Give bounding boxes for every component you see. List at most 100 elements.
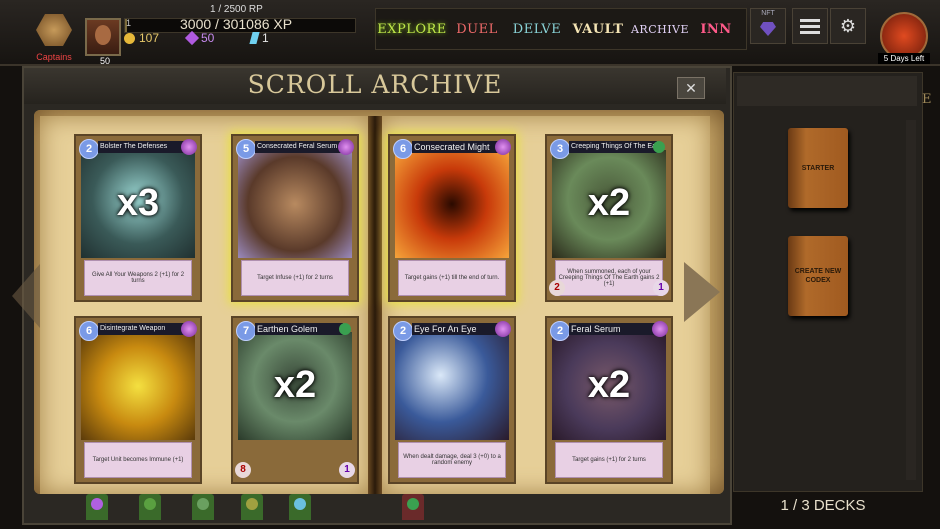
captains-label: Captains — [36, 52, 72, 62]
earth-icon — [197, 498, 209, 510]
nature-icon — [144, 498, 156, 510]
level-small: 1 — [126, 18, 132, 28]
filter-tab-nature[interactable] — [139, 494, 161, 520]
nav-archive[interactable]: ARCHIVE — [631, 15, 689, 43]
filter-tab-arcane[interactable] — [86, 494, 108, 520]
gear-icon: ⚙ — [839, 15, 857, 36]
deck-starter[interactable]: STARTER — [788, 128, 848, 208]
life-icon — [246, 498, 258, 510]
card-cost: 2 — [393, 321, 413, 341]
card-name: Consecrated Feral Serum — [255, 141, 343, 153]
filter-tab-water[interactable] — [289, 494, 311, 520]
arcane-school-icon — [495, 321, 511, 337]
menu-button[interactable] — [792, 8, 828, 44]
card-name: Earthen Golem — [255, 323, 343, 335]
nav-duel[interactable]: DUEL — [452, 15, 502, 43]
player-level: 50 — [99, 56, 110, 66]
card-cost: 2 — [550, 321, 570, 341]
scroll-card[interactable]: 7 Earthen Golem x2 8 1 — [231, 316, 359, 484]
card-name: Eye For An Eye — [412, 323, 500, 335]
scroll-card[interactable]: 2 Feral Serum Target gains (+1) for 2 turn… — [545, 316, 673, 484]
card-art — [395, 150, 509, 258]
card-health: 1 — [653, 280, 669, 296]
scroll-card[interactable]: 5 Consecrated Feral Serum Target Infuse (+… — [231, 134, 359, 302]
card-attack: 8 — [235, 462, 251, 478]
card-attack: 2 — [549, 280, 565, 296]
card-name: Bolster The Defenses — [98, 141, 186, 153]
arcane-school-icon — [181, 139, 197, 155]
nav-vault[interactable]: VAULT — [572, 15, 624, 43]
card-art — [238, 150, 352, 258]
purple-gem-value: 50 — [201, 31, 215, 45]
shard-counter: 1 — [249, 31, 269, 45]
scroll-card[interactable]: 3 Creeping Things Of The Earth When summon… — [545, 134, 673, 302]
nft-button[interactable]: NFT — [750, 8, 786, 44]
filter-tab-life[interactable] — [241, 494, 263, 520]
card-quantity: x2 — [587, 182, 631, 224]
card-name: Feral Serum — [569, 323, 657, 335]
card-description: Target Infuse (+1) for 2 turns — [241, 260, 349, 296]
gold-value: 107 — [139, 31, 160, 45]
arcane-school-icon — [495, 139, 511, 155]
next-page-arrow-icon[interactable] — [684, 262, 720, 322]
player-avatar[interactable]: 50 — [85, 18, 121, 66]
nav-inn[interactable]: INN — [696, 15, 736, 43]
captains-icon — [36, 14, 72, 46]
card-name: Disintegrate Weapon — [98, 323, 186, 335]
card-cost: 7 — [236, 321, 256, 341]
panel-title: SCROLL ARCHIVE — [247, 70, 503, 99]
card-cost: 6 — [79, 321, 99, 341]
shard-value: 1 — [262, 31, 269, 45]
nft-label: NFT — [761, 10, 775, 17]
water-icon — [294, 498, 306, 510]
side-scrollbar[interactable] — [906, 120, 916, 480]
filter-tab-fire[interactable] — [402, 494, 424, 520]
card-description: Target gains (+1) till the end of turn. — [398, 260, 506, 296]
scroll-card[interactable]: 6 Consecrated Might Target gains (+1) till… — [388, 134, 516, 302]
settings-button[interactable]: ⚙ — [830, 8, 866, 44]
arcane-school-icon — [652, 321, 668, 337]
scroll-card[interactable]: 2 Bolster The Defenses Give All Your Weapo… — [74, 134, 202, 302]
book-spine — [368, 116, 382, 494]
card-quantity: x3 — [116, 182, 160, 224]
prev-page-arrow-icon[interactable] — [12, 264, 40, 328]
edge-letter: E — [922, 92, 932, 107]
card-description: Target gains (+1) for 2 turns — [555, 442, 663, 478]
card-description: Target Unit becomes Immune (+1) — [84, 442, 192, 478]
rp-text: 1 / 2500 RP — [210, 4, 263, 15]
card-health: 1 — [339, 462, 355, 478]
nav-explore[interactable]: EXPLORE — [377, 15, 446, 43]
decks-count: 1 / 3 DECKS — [780, 497, 866, 514]
side-panel-header — [737, 76, 917, 106]
scroll-card[interactable]: 6 Disintegrate Weapon Target Unit becomes … — [74, 316, 202, 484]
card-quantity: x2 — [587, 364, 631, 406]
xp-text: 3000 / 301086 XP — [180, 16, 293, 32]
shard-icon — [249, 32, 260, 44]
purple-gem-counter: 50 — [184, 30, 215, 46]
arcane-school-icon — [181, 321, 197, 337]
avatar-portrait — [95, 25, 111, 45]
hamburger-icon — [800, 16, 820, 37]
close-icon: ✕ — [685, 79, 697, 96]
card-cost: 6 — [393, 139, 413, 159]
card-description: When summoned, each of your Creeping Thi… — [555, 260, 663, 296]
purple-gem-icon — [184, 30, 200, 46]
filter-tab-earth[interactable] — [192, 494, 214, 520]
nav-delve[interactable]: DELVE — [510, 15, 564, 43]
create-codex-button[interactable]: CREATE NEW CODEX — [788, 236, 848, 316]
card-description: When dealt damage, deal 3 (+0) to a rand… — [398, 442, 506, 478]
nft-gem-icon — [760, 22, 776, 36]
arcane-icon — [91, 498, 103, 510]
gold-counter: 107 — [124, 31, 159, 45]
card-name: Consecrated Might — [412, 141, 500, 153]
close-button[interactable]: ✕ — [677, 77, 705, 99]
card-cost: 5 — [236, 139, 256, 159]
captains-button[interactable]: Captains — [32, 14, 76, 62]
card-art — [81, 332, 195, 440]
card-art — [395, 332, 509, 440]
card-quantity: x2 — [273, 364, 317, 406]
card-cost: 3 — [550, 139, 570, 159]
scroll-card[interactable]: 2 Eye For An Eye When dealt damage, deal 3… — [388, 316, 516, 484]
event-days-left: 5 Days Left — [878, 53, 930, 64]
main-nav: EXPLORE DUEL DELVE VAULT ARCHIVE INN — [375, 8, 747, 50]
